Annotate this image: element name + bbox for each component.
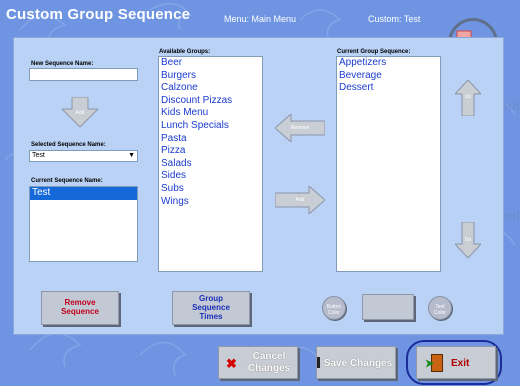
text-color-label: Text Color [429, 304, 451, 316]
save-changes-button[interactable]: Save Changes [316, 346, 396, 379]
list-item[interactable]: Kids Menu [159, 107, 262, 120]
move-down-label: Dn [464, 237, 472, 243]
list-item[interactable]: Calzone [159, 82, 262, 95]
new-sequence-input[interactable] [29, 68, 138, 81]
exit-button[interactable]: ➤ Exit [416, 346, 496, 379]
group-sequence-times-label: Group [199, 294, 223, 303]
add-sequence-label: Add [75, 110, 85, 116]
add-group-label: Add [295, 197, 305, 203]
save-changes-label: Save Changes [323, 358, 393, 369]
list-item[interactable]: Discount Pizzas [159, 95, 262, 108]
cancel-changes-button[interactable]: ✖ Cancel Changes [218, 346, 298, 379]
exit-arrow-icon: ➤ [425, 358, 435, 370]
list-item[interactable]: Pizza [159, 145, 262, 158]
current-group-sequence-list[interactable]: Appetizers Beverage Dessert [336, 56, 441, 272]
move-up-label: Up [464, 94, 472, 100]
current-sequence-list[interactable]: Test [29, 186, 138, 262]
button-color-label-line: Color [328, 310, 340, 316]
current-group-sequence-label: Current Group Sequence: [337, 49, 411, 55]
color-preview-button[interactable] [362, 294, 414, 320]
cancel-changes-label: Cancel [252, 351, 286, 362]
text-color-label-line: Color [434, 310, 446, 316]
selected-sequence-dropdown[interactable]: Test ▼ [29, 150, 138, 162]
list-item[interactable]: Salads [159, 158, 262, 171]
add-sequence-button[interactable]: Add [62, 97, 98, 127]
selected-sequence-value: Test [32, 152, 45, 159]
new-sequence-label: New Sequence Name: [31, 61, 94, 67]
list-item[interactable]: Lunch Specials [159, 120, 262, 133]
button-color-button[interactable]: Button Color [322, 296, 346, 320]
remove-group-label: Remove [290, 125, 310, 131]
remove-sequence-button[interactable]: Remove Sequence [41, 291, 119, 325]
save-icon [317, 357, 320, 368]
add-group-button[interactable]: Add [275, 186, 325, 214]
group-sequence-times-button[interactable]: Group Sequence Times [172, 291, 250, 325]
group-sequence-times-label: Times [199, 312, 223, 321]
selected-sequence-label: Selected Sequence Name: [31, 142, 106, 148]
current-sequence-label: Current Sequence Name: [31, 178, 103, 184]
list-item[interactable]: Subs [159, 183, 262, 196]
menu-indicator: Menu: Main Menu [224, 14, 297, 24]
chevron-down-icon[interactable]: ▼ [128, 152, 135, 159]
remove-sequence-label: Sequence [61, 307, 99, 316]
list-item[interactable]: Pasta [159, 133, 262, 146]
close-icon: ✖ [226, 356, 237, 371]
list-item[interactable]: Wings [159, 196, 262, 209]
list-item[interactable]: Sides [159, 170, 262, 183]
list-item[interactable]: Test [30, 187, 137, 200]
available-groups-list[interactable]: Beer Burgers Calzone Discount Pizzas Kid… [158, 56, 263, 272]
available-groups-label: Available Groups: [159, 49, 211, 55]
exit-label: Exit [451, 358, 470, 369]
list-item[interactable]: Appetizers [337, 57, 440, 70]
custom-indicator: Custom: Test [368, 14, 421, 24]
list-item[interactable]: Beer [159, 57, 262, 70]
button-color-label: Button Color [323, 304, 345, 316]
move-down-button[interactable]: Dn [455, 222, 481, 258]
text-color-button[interactable]: Text Color [428, 296, 452, 320]
list-item[interactable]: Beverage [337, 70, 440, 83]
cancel-changes-label: Changes [247, 363, 291, 374]
page-title: Custom Group Sequence [6, 6, 191, 23]
group-sequence-times-label: Sequence [192, 303, 230, 312]
remove-sequence-label: Remove [64, 298, 96, 307]
list-item[interactable]: Burgers [159, 70, 262, 83]
move-up-button[interactable]: Up [455, 80, 481, 116]
remove-group-button[interactable]: Remove [275, 114, 325, 142]
list-item[interactable]: Dessert [337, 82, 440, 95]
